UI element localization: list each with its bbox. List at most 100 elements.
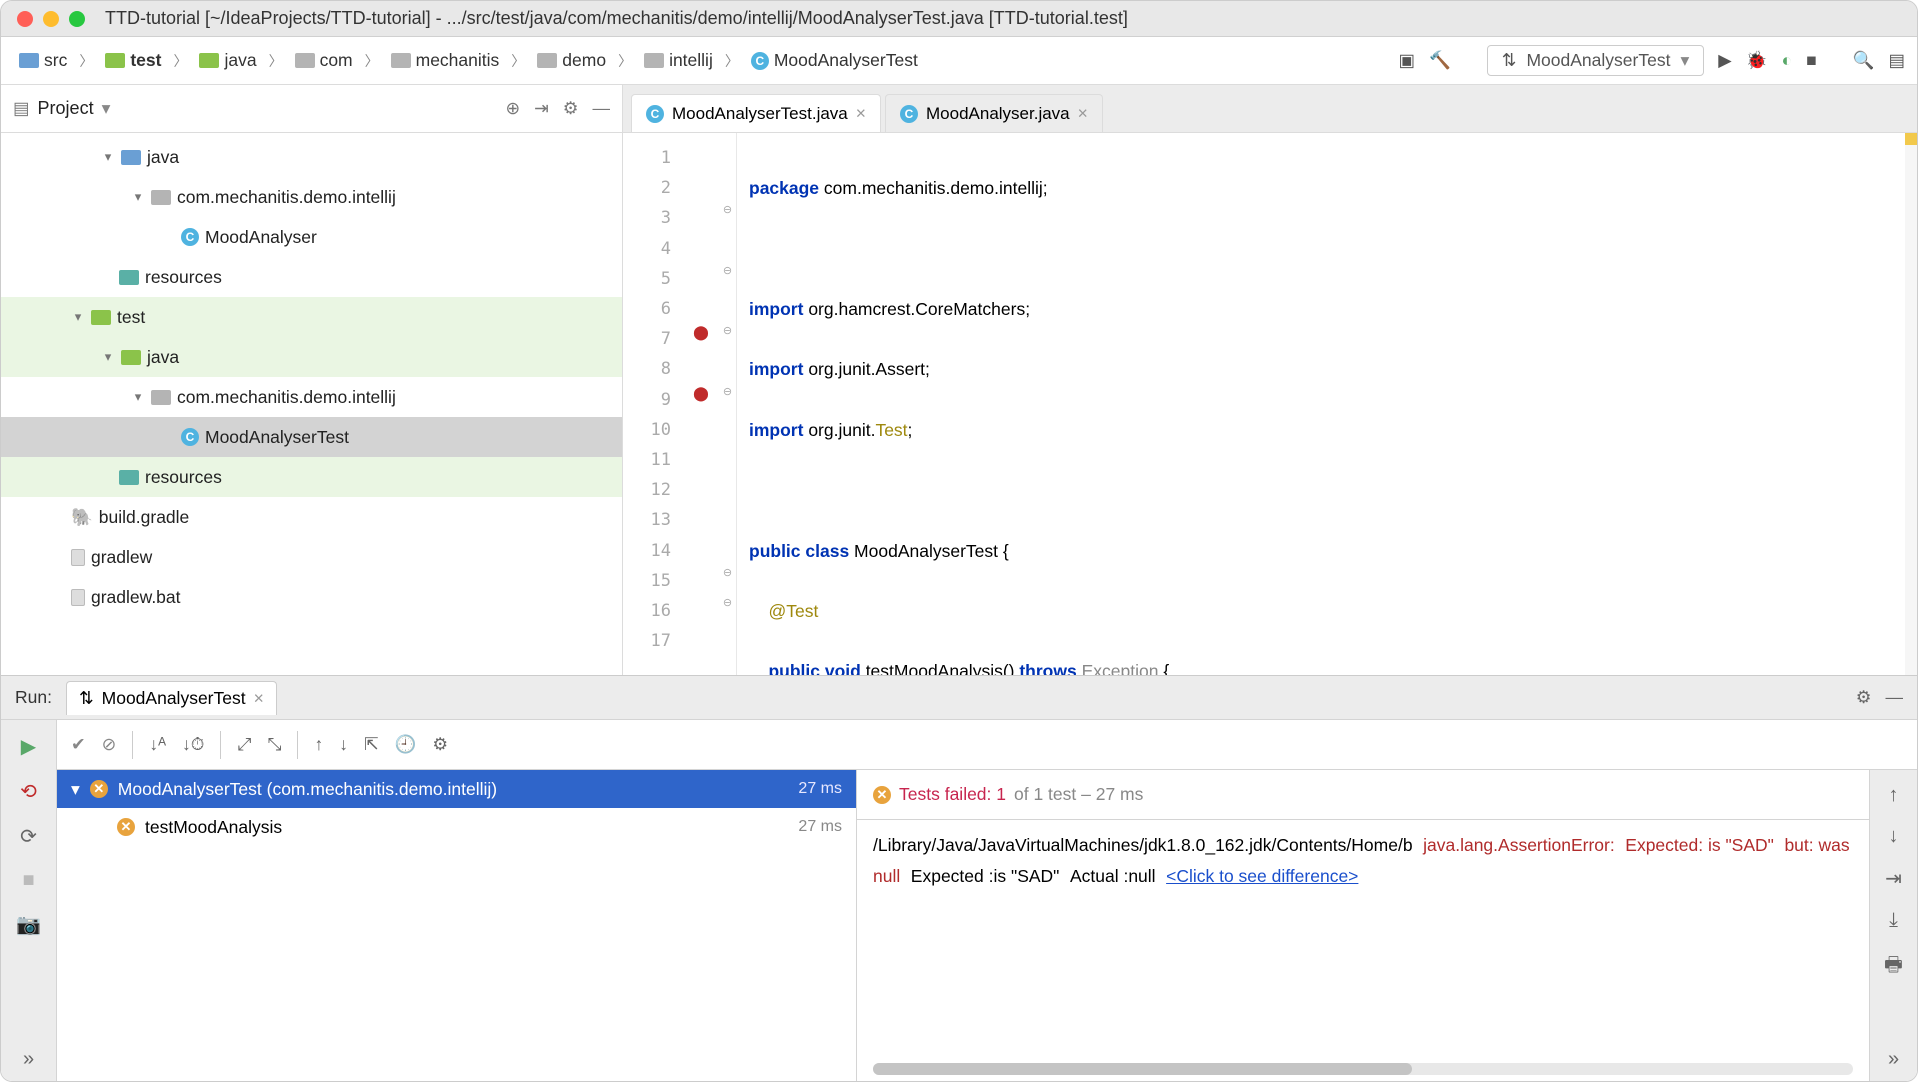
rerun-button[interactable]: ▶ bbox=[21, 734, 36, 759]
tab-moodanalysertest[interactable]: CMoodAnalyserTest.java× bbox=[631, 94, 881, 132]
collapse-icon[interactable]: ⇥ bbox=[534, 98, 549, 119]
console-output[interactable]: /Library/Java/JavaVirtualMachines/jdk1.8… bbox=[857, 820, 1869, 1081]
scrollbar-marks[interactable] bbox=[1905, 133, 1917, 675]
navigate-target-icon[interactable]: ▣ bbox=[1398, 50, 1415, 71]
test-tree[interactable]: ▾ ✕ MoodAnalyserTest (com.mechanitis.dem… bbox=[57, 770, 857, 1081]
code-text[interactable]: package com.mechanitis.demo.intellij; im… bbox=[737, 133, 1917, 675]
run-tab[interactable]: ⇅ MoodAnalyserTest × bbox=[66, 681, 277, 715]
fail-icon: ✕ bbox=[90, 780, 108, 798]
show-passed-button[interactable]: ✔ bbox=[71, 734, 86, 755]
folder-icon bbox=[121, 350, 141, 365]
crumb-src[interactable]: src bbox=[13, 47, 73, 74]
coverage-button[interactable]: ◐ bbox=[1782, 50, 1793, 71]
gear-icon[interactable]: ⚙ bbox=[1856, 687, 1872, 708]
code-editor[interactable]: 1234567891011121314151617 ⬤ ⬤ ⊖⊖⊖⊖⊖⊖ pac… bbox=[623, 133, 1917, 675]
stop-button[interactable]: ■ bbox=[1806, 50, 1817, 71]
breadcrumb: src〉 test〉 java〉 com〉 mechanitis〉 demo〉 … bbox=[13, 47, 1390, 74]
crumb-mechanitis[interactable]: mechanitis bbox=[385, 47, 506, 74]
project-structure-icon[interactable]: ▤ bbox=[1888, 50, 1905, 71]
tree-pkg-test[interactable]: ▾com.mechanitis.demo.intellij bbox=[1, 377, 622, 417]
settings-button[interactable]: ⚙ bbox=[432, 734, 448, 755]
gutter-run-marks[interactable]: ⬤ ⬤ bbox=[683, 133, 719, 675]
editor-tabs: CMoodAnalyserTest.java× CMoodAnalyser.ja… bbox=[623, 85, 1917, 133]
tree-java-main[interactable]: ▾java bbox=[1, 137, 622, 177]
warning-stripe[interactable] bbox=[1905, 133, 1917, 145]
scroll-to-end-button[interactable]: ⤓ bbox=[1889, 909, 1898, 932]
project-tree[interactable]: ▾java ▾com.mechanitis.demo.intellij CMoo… bbox=[1, 133, 622, 675]
gear-icon[interactable]: ⚙ bbox=[563, 98, 579, 119]
more-icon[interactable]: » bbox=[1888, 1048, 1899, 1071]
horizontal-scrollbar[interactable] bbox=[873, 1063, 1853, 1075]
test-case-row[interactable]: ✕ testMoodAnalysis 27 ms bbox=[57, 808, 856, 846]
class-icon: C bbox=[181, 228, 199, 246]
folder-icon bbox=[19, 53, 39, 68]
project-dropdown-icon[interactable]: ▤ bbox=[13, 98, 30, 119]
project-tool-window: ▤ Project ▾ ⊕ ⇥ ⚙ — ▾java ▾com.mechaniti… bbox=[1, 85, 623, 675]
toggle-auto-button[interactable]: ⟳ bbox=[20, 824, 37, 849]
tree-resources-test[interactable]: resources bbox=[1, 457, 622, 497]
package-icon bbox=[151, 190, 171, 205]
console-right-toolbar: ↑ ↓ ⇥ ⤓ 🖶 » bbox=[1869, 770, 1917, 1081]
next-test-button[interactable]: ↓ bbox=[339, 734, 348, 755]
crumb-java[interactable]: java bbox=[193, 47, 262, 74]
titlebar: TTD-tutorial [~/IdeaProjects/TTD-tutoria… bbox=[1, 1, 1917, 37]
crumb-class[interactable]: CMoodAnalyserTest bbox=[745, 47, 924, 74]
tree-gradlew[interactable]: gradlew bbox=[1, 537, 622, 577]
stop-button[interactable]: ■ bbox=[22, 869, 34, 892]
sort-time-button[interactable]: ↓⏱ bbox=[182, 734, 204, 755]
test-output: ✕ Tests failed: 1 of 1 test – 27 ms /Lib… bbox=[857, 770, 1917, 1081]
rerun-failed-button[interactable]: ⟲ bbox=[20, 779, 37, 804]
tree-gradlew-bat[interactable]: gradlew.bat bbox=[1, 577, 622, 617]
sort-alpha-button[interactable]: ↓ᴬ bbox=[149, 734, 166, 755]
close-window-button[interactable] bbox=[17, 11, 33, 27]
hide-icon[interactable]: — bbox=[593, 98, 611, 119]
gradle-icon: 🐘 bbox=[71, 507, 93, 528]
search-icon[interactable]: 🔍 bbox=[1853, 50, 1875, 71]
soft-wrap-button[interactable]: ⇥ bbox=[1885, 866, 1902, 891]
fold-gutter[interactable]: ⊖⊖⊖⊖⊖⊖ bbox=[719, 133, 737, 675]
tree-pkg-main[interactable]: ▾com.mechanitis.demo.intellij bbox=[1, 177, 622, 217]
export-button[interactable]: ⇱ bbox=[364, 734, 379, 755]
show-ignored-button[interactable]: ⊘ bbox=[102, 734, 117, 755]
build-icon[interactable]: 🔨 bbox=[1429, 50, 1451, 71]
debug-button[interactable]: 🐞 bbox=[1746, 50, 1768, 71]
run-config-icon: ⇅ bbox=[1502, 50, 1517, 71]
close-icon[interactable]: × bbox=[856, 103, 866, 124]
collapse-all-button[interactable]: ⤡ bbox=[267, 734, 281, 755]
scroll-up-button[interactable]: ↑ bbox=[1889, 784, 1899, 807]
chevron-down-icon[interactable]: ▾ bbox=[102, 98, 111, 119]
prev-test-button[interactable]: ↑ bbox=[314, 734, 323, 755]
run-config-select[interactable]: ⇅ MoodAnalyserTest ▾ bbox=[1487, 45, 1704, 76]
test-suite-row[interactable]: ▾ ✕ MoodAnalyserTest (com.mechanitis.dem… bbox=[57, 770, 856, 808]
history-button[interactable]: 🕘 bbox=[395, 734, 417, 755]
run-button[interactable]: ▶ bbox=[1718, 50, 1731, 71]
close-icon[interactable]: × bbox=[1078, 103, 1088, 124]
print-button[interactable]: 🖶 bbox=[1884, 950, 1903, 984]
resources-icon bbox=[119, 470, 139, 485]
tree-test-root[interactable]: ▾test bbox=[1, 297, 622, 337]
maximize-window-button[interactable] bbox=[69, 11, 85, 27]
run-label: Run: bbox=[15, 687, 52, 708]
hide-icon[interactable]: — bbox=[1886, 687, 1904, 708]
tab-moodanalyser[interactable]: CMoodAnalyser.java× bbox=[885, 94, 1103, 132]
close-icon[interactable]: × bbox=[254, 688, 264, 709]
tree-java-test[interactable]: ▾java bbox=[1, 337, 622, 377]
expand-all-button[interactable]: ⤢ bbox=[237, 734, 251, 755]
difference-link[interactable]: <Click to see difference> bbox=[1166, 866, 1358, 886]
tree-resources-main[interactable]: resources bbox=[1, 257, 622, 297]
folder-icon bbox=[121, 150, 141, 165]
tree-class-moodanalyser[interactable]: CMoodAnalyser bbox=[1, 217, 622, 257]
chevron-down-icon: ▾ bbox=[71, 779, 80, 800]
locate-icon[interactable]: ⊕ bbox=[505, 98, 520, 119]
minimize-window-button[interactable] bbox=[43, 11, 59, 27]
crumb-test[interactable]: test bbox=[99, 47, 167, 74]
crumb-intellij[interactable]: intellij bbox=[638, 47, 719, 74]
scroll-down-button[interactable]: ↓ bbox=[1889, 825, 1899, 848]
more-icon[interactable]: » bbox=[23, 1048, 34, 1071]
tree-class-moodanalysertest[interactable]: CMoodAnalyserTest bbox=[1, 417, 622, 457]
dump-button[interactable]: 📷 bbox=[16, 912, 41, 937]
tree-build-gradle[interactable]: 🐘build.gradle bbox=[1, 497, 622, 537]
crumb-com[interactable]: com bbox=[289, 47, 359, 74]
crumb-demo[interactable]: demo bbox=[531, 47, 612, 74]
class-icon: C bbox=[900, 105, 918, 123]
